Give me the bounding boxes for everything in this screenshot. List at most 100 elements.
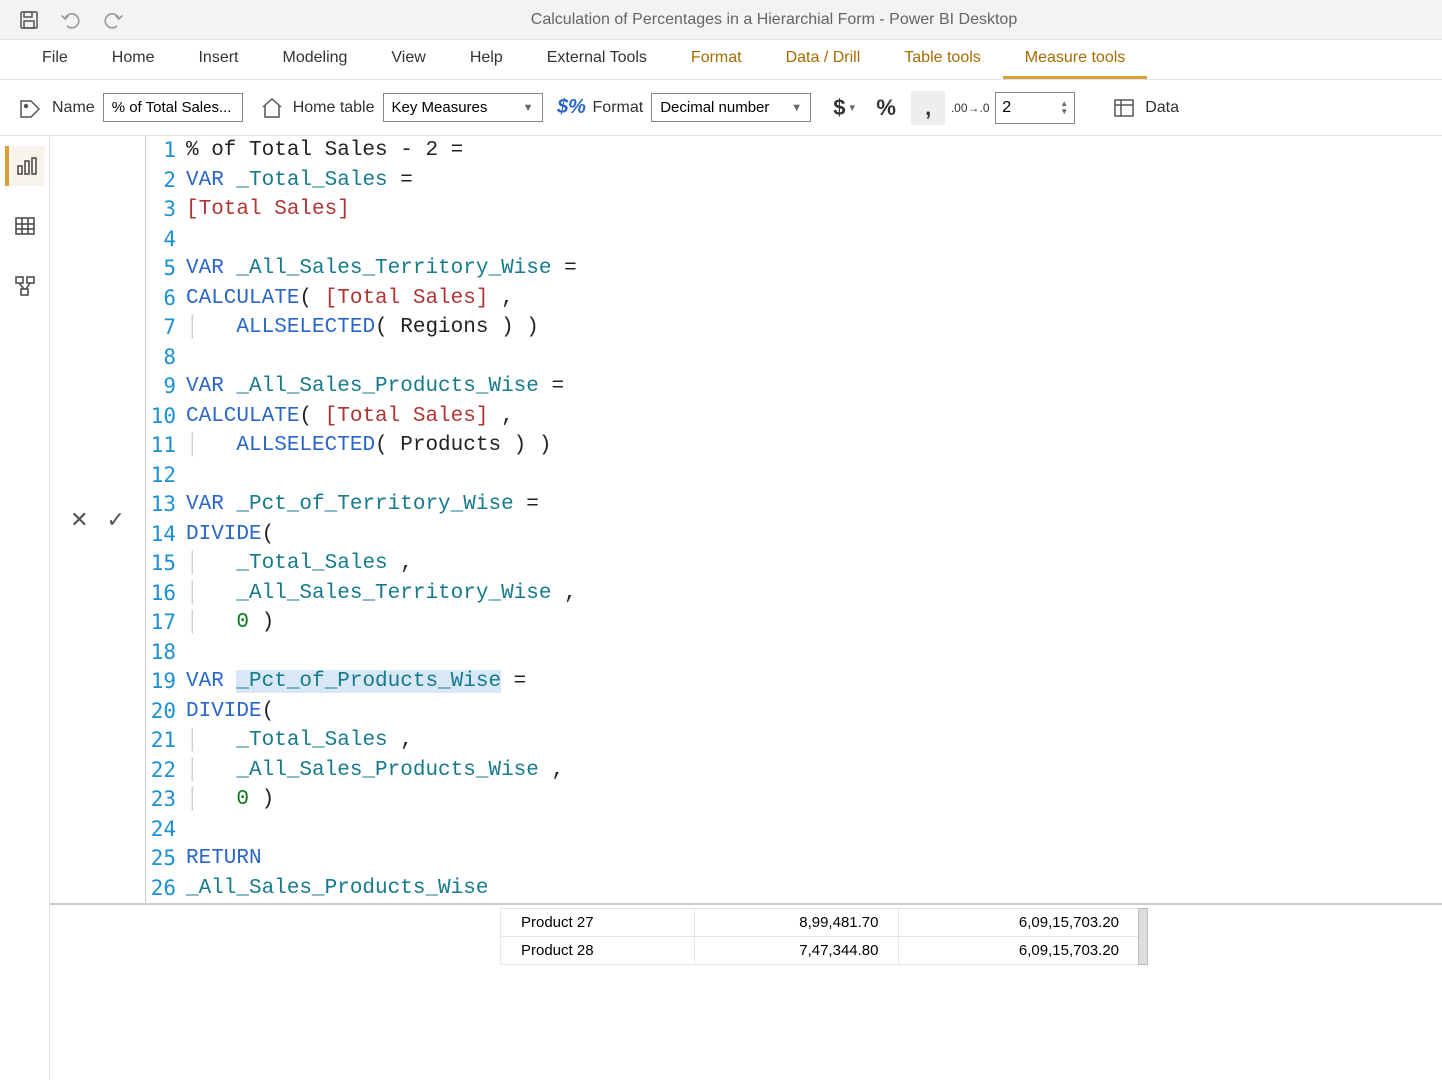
format-icon: $% (559, 95, 585, 121)
view-switcher (0, 136, 50, 1080)
line-number: 25 (146, 844, 186, 874)
code-line[interactable]: 4 (146, 225, 1442, 255)
comma-button[interactable]: , (911, 91, 945, 125)
code-line[interactable]: 5VAR _All_Sales_Territory_Wise = (146, 254, 1442, 284)
ribbon-tab-data-drill[interactable]: Data / Drill (764, 40, 883, 79)
line-number: 11 (146, 431, 186, 461)
line-number: 23 (146, 785, 186, 815)
name-tag-icon (18, 95, 44, 121)
home-table-icon (259, 95, 285, 121)
title-bar: Calculation of Percentages in a Hierarch… (0, 0, 1442, 40)
currency-button[interactable]: $▾ (827, 91, 861, 125)
line-number: 21 (146, 726, 186, 756)
ribbon-tab-modeling[interactable]: Modeling (260, 40, 369, 79)
ribbon-tab-table-tools[interactable]: Table tools (882, 40, 1003, 79)
measure-name-input[interactable] (103, 93, 243, 122)
report-view-button[interactable] (5, 146, 45, 186)
code-line[interactable]: 11│ ALLSELECTED( Products ) ) (146, 431, 1442, 461)
data-category-icon (1111, 95, 1137, 121)
line-number: 7 (146, 313, 186, 343)
ribbon-tab-file[interactable]: File (20, 40, 90, 79)
ribbon-tab-format[interactable]: Format (669, 40, 764, 79)
table-row[interactable]: Product 278,99,481.706,09,15,703.20 (501, 909, 1140, 937)
cancel-formula-button[interactable]: ✕ (70, 507, 88, 533)
line-number: 4 (146, 225, 186, 255)
line-number: 14 (146, 520, 186, 550)
line-number: 26 (146, 874, 186, 904)
code-line[interactable]: 18 (146, 638, 1442, 668)
data-view-button[interactable] (5, 206, 45, 246)
data-label: Data (1145, 99, 1179, 117)
line-number: 18 (146, 638, 186, 668)
table-cell: 6,09,15,703.20 (899, 909, 1140, 937)
line-number: 17 (146, 608, 186, 638)
code-line[interactable]: 8 (146, 343, 1442, 373)
line-number: 3 (146, 195, 186, 225)
ribbon-tab-help[interactable]: Help (448, 40, 525, 79)
window-title: Calculation of Percentages in a Hierarch… (124, 11, 1424, 29)
code-line[interactable]: 24 (146, 815, 1442, 845)
code-line[interactable]: 14DIVIDE( (146, 520, 1442, 550)
line-number: 2 (146, 166, 186, 196)
table-row[interactable]: Product 287,47,344.806,09,15,703.20 (501, 937, 1140, 965)
home-table-label: Home table (293, 99, 375, 117)
quick-access-toolbar (18, 9, 124, 31)
line-number: 15 (146, 549, 186, 579)
model-view-button[interactable] (5, 266, 45, 306)
code-line[interactable]: 10CALCULATE( [Total Sales] , (146, 402, 1442, 432)
ribbon-tab-measure-tools[interactable]: Measure tools (1003, 40, 1148, 79)
format-value: Decimal number (660, 99, 769, 116)
ribbon-tabs: FileHomeInsertModelingViewHelpExternal T… (0, 40, 1442, 80)
code-line[interactable]: 22│ _All_Sales_Products_Wise , (146, 756, 1442, 786)
line-number: 24 (146, 815, 186, 845)
table-cell: Product 28 (501, 937, 695, 965)
percent-button[interactable]: % (869, 91, 903, 125)
home-table-select[interactable]: Key Measures ▼ (383, 93, 543, 122)
format-select[interactable]: Decimal number ▼ (651, 93, 811, 122)
table-cell: 7,47,344.80 (694, 937, 899, 965)
code-line[interactable]: 9VAR _All_Sales_Products_Wise = (146, 372, 1442, 402)
line-number: 19 (146, 667, 186, 697)
code-line[interactable]: 7│ ALLSELECTED( Regions ) ) (146, 313, 1442, 343)
code-line[interactable]: 17│ 0 ) (146, 608, 1442, 638)
code-line[interactable]: 25RETURN (146, 844, 1442, 874)
code-line[interactable]: 2VAR _Total_Sales = (146, 166, 1442, 196)
spin-down-icon[interactable]: ▼ (1060, 108, 1068, 116)
ribbon-controls: Name Home table Key Measures ▼ $% Format… (0, 80, 1442, 136)
ribbon-tab-home[interactable]: Home (90, 40, 177, 79)
commit-formula-button[interactable]: ✓ (107, 507, 125, 533)
line-number: 6 (146, 284, 186, 314)
ribbon-tab-external-tools[interactable]: External Tools (525, 40, 669, 79)
code-line[interactable]: 13VAR _Pct_of_Territory_Wise = (146, 490, 1442, 520)
decimal-shift-icon[interactable]: .00→.0 (953, 91, 987, 125)
code-line[interactable]: 16│ _All_Sales_Territory_Wise , (146, 579, 1442, 609)
code-line[interactable]: 3[Total Sales] (146, 195, 1442, 225)
code-line[interactable]: 6CALCULATE( [Total Sales] , (146, 284, 1442, 314)
table-cell: 8,99,481.70 (694, 909, 899, 937)
code-line[interactable]: 12 (146, 461, 1442, 491)
code-line[interactable]: 26_All_Sales_Products_Wise (146, 874, 1442, 904)
table-preview: Product 278,99,481.706,09,15,703.20Produ… (500, 908, 1140, 965)
table-cell: Product 27 (501, 909, 695, 937)
line-number: 22 (146, 756, 186, 786)
code-line[interactable]: 20DIVIDE( (146, 697, 1442, 727)
ribbon-tab-insert[interactable]: Insert (176, 40, 260, 79)
table-cell: 6,09,15,703.20 (899, 937, 1140, 965)
line-number: 9 (146, 372, 186, 402)
code-line[interactable]: 1% of Total Sales - 2 = (146, 136, 1442, 166)
format-label: Format (593, 99, 644, 117)
redo-icon[interactable] (102, 9, 124, 31)
code-line[interactable]: 23│ 0 ) (146, 785, 1442, 815)
decimals-spinner[interactable]: 2 ▲▼ (995, 92, 1075, 124)
line-number: 16 (146, 579, 186, 609)
line-number: 10 (146, 402, 186, 432)
code-line[interactable]: 21│ _Total_Sales , (146, 726, 1442, 756)
code-line[interactable]: 15│ _Total_Sales , (146, 549, 1442, 579)
save-icon[interactable] (18, 9, 40, 31)
scrollbar[interactable] (1138, 908, 1148, 965)
code-line[interactable]: 19VAR _Pct_of_Products_Wise = (146, 667, 1442, 697)
ribbon-tab-view[interactable]: View (369, 40, 447, 79)
dax-editor[interactable]: 1% of Total Sales - 2 = 2VAR _Total_Sale… (146, 136, 1442, 903)
decimals-value: 2 (1002, 99, 1011, 117)
undo-icon[interactable] (60, 9, 82, 31)
